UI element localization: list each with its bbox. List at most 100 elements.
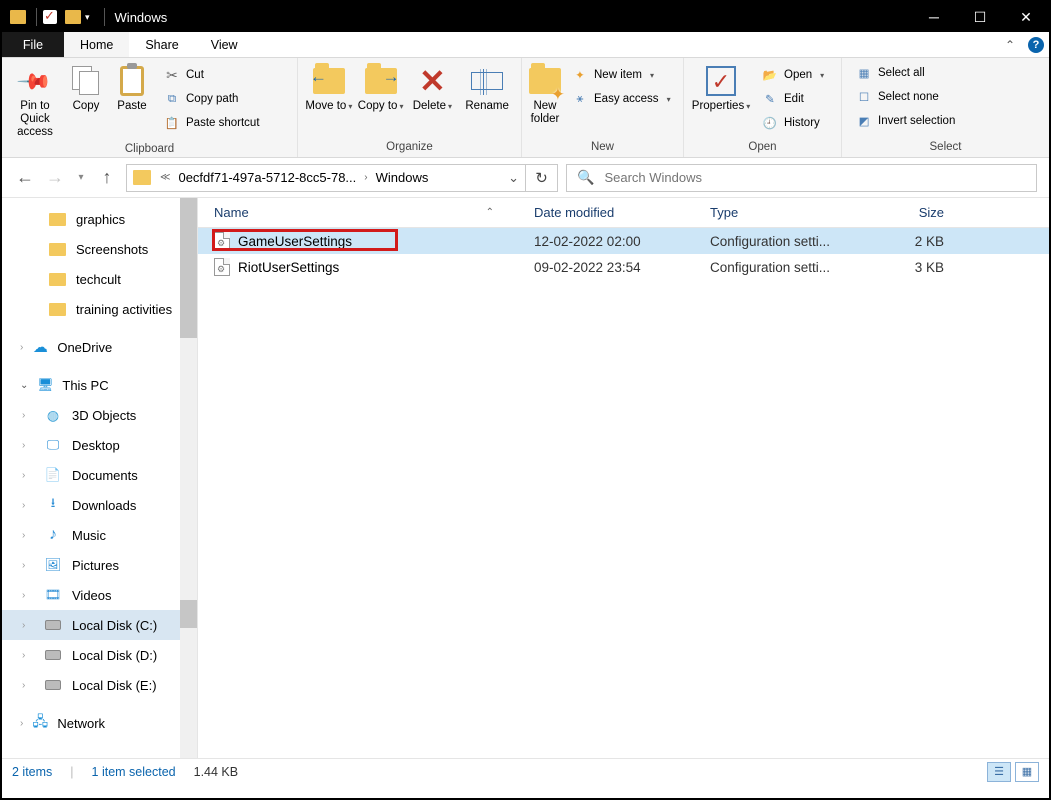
help-button[interactable]: ? — [1023, 32, 1049, 57]
breadcrumb-segment[interactable]: Windows — [373, 170, 432, 185]
sidebar-item[interactable]: Screenshots — [2, 234, 197, 264]
properties-button[interactable]: ✓ Properties▾ — [690, 62, 752, 115]
folder-icon — [133, 170, 151, 185]
status-bar: 2 items | 1 item selected 1.44 KB ☰ ▦ — [2, 758, 1049, 784]
pin-quick-access-button[interactable]: 📌 Pin to Quick access — [8, 62, 62, 141]
paste-button[interactable]: Paste — [110, 62, 154, 115]
sidebar-network[interactable]: ›🖧Network — [2, 708, 197, 738]
sidebar-item[interactable]: ›🖵Desktop — [2, 430, 197, 460]
maximize-button[interactable]: ☐ — [957, 2, 1003, 32]
sidebar-onedrive[interactable]: ›☁OneDrive — [2, 332, 197, 362]
open-icon: 📂 — [762, 67, 778, 83]
icons-view-button[interactable]: ▦ — [1015, 762, 1039, 782]
address-row: ← → ▾ ↑ ≪ 0ecfdf71-497a-5712-8cc5-78... … — [2, 158, 1049, 198]
close-button[interactable]: ✕ — [1003, 2, 1049, 32]
tab-view[interactable]: View — [195, 32, 254, 57]
edit-button[interactable]: ✎Edit — [758, 88, 828, 110]
folder-icon — [49, 213, 66, 226]
minimize-button[interactable]: ─ — [911, 2, 957, 32]
address-dropdown[interactable]: ⌄ — [508, 170, 519, 186]
cut-button[interactable]: ✂Cut — [160, 64, 264, 86]
new-folder-button[interactable]: ✦ New folder — [528, 62, 562, 128]
group-label: Open — [690, 139, 835, 157]
sidebar-item[interactable]: ›◍3D Objects — [2, 400, 197, 430]
sidebar-item-local-disk-c[interactable]: ›Local Disk (C:) — [2, 610, 197, 640]
videos-icon: 🎞 — [44, 587, 62, 603]
rename-button[interactable]: Rename — [459, 62, 515, 115]
network-icon: 🖧 — [31, 715, 49, 731]
status-item-count: 2 items — [12, 765, 52, 779]
refresh-button[interactable]: ↻ — [526, 164, 558, 192]
folder-icon — [49, 243, 66, 256]
file-size: 3 KB — [864, 260, 974, 275]
back-button[interactable]: ← — [14, 167, 36, 188]
column-name[interactable]: Name⌃ — [214, 205, 534, 220]
sidebar-item[interactable]: techcult — [2, 264, 197, 294]
sidebar-this-pc[interactable]: ⌄🖥This PC — [2, 370, 197, 400]
config-file-icon: ⚙ — [214, 232, 230, 250]
sidebar-item[interactable]: ›📄Documents — [2, 460, 197, 490]
search-input[interactable] — [604, 170, 1026, 185]
move-to-button[interactable]: ← Move to▾ — [304, 62, 354, 115]
file-row[interactable]: ⚙GameUserSettings12-02-2022 02:00Configu… — [198, 228, 1049, 254]
column-type[interactable]: Type — [710, 205, 864, 220]
search-box[interactable]: 🔍 — [566, 164, 1037, 192]
easy-access-button[interactable]: ⚹Easy access▾ — [568, 88, 675, 110]
open-button[interactable]: 📂Open▾ — [758, 64, 828, 86]
scrollbar-thumb[interactable] — [180, 600, 197, 628]
window-title: Windows — [115, 10, 168, 25]
sidebar-item[interactable]: ›🖼Pictures — [2, 550, 197, 580]
save-icon[interactable] — [43, 10, 57, 24]
sidebar-item[interactable]: ›Local Disk (E:) — [2, 670, 197, 700]
sidebar-item[interactable]: ›⭳Downloads — [2, 490, 197, 520]
select-none-button[interactable]: ☐Select none — [852, 86, 959, 108]
copy-path-button[interactable]: ⧉Copy path — [160, 88, 264, 110]
copy-to-button[interactable]: → Copy to▾ — [356, 62, 406, 115]
chevron-right-icon[interactable]: ≪ — [157, 172, 173, 183]
delete-button[interactable]: ✕ Delete▾ — [408, 62, 458, 115]
onedrive-icon: ☁ — [31, 339, 49, 355]
copy-button[interactable]: Copy — [64, 62, 108, 115]
invert-selection-button[interactable]: ◩Invert selection — [852, 110, 959, 132]
documents-icon: 📄 — [44, 467, 62, 483]
scrollbar-thumb[interactable] — [180, 198, 197, 338]
file-size: 2 KB — [864, 234, 974, 249]
sidebar-item[interactable]: ›🎞Videos — [2, 580, 197, 610]
breadcrumb-segment[interactable]: 0ecfdf71-497a-5712-8cc5-78... — [175, 170, 359, 185]
file-row[interactable]: ⚙RiotUserSettings09-02-2022 23:54Configu… — [198, 254, 1049, 280]
3d-objects-icon: ◍ — [44, 407, 62, 423]
file-name: RiotUserSettings — [238, 260, 339, 275]
paste-shortcut-button[interactable]: 📋Paste shortcut — [160, 112, 264, 134]
tab-home[interactable]: Home — [64, 32, 129, 57]
new-item-button[interactable]: ✦New item▾ — [568, 64, 675, 86]
sidebar-item[interactable]: ›♪Music — [2, 520, 197, 550]
history-button[interactable]: 🕘History — [758, 112, 828, 134]
up-button[interactable]: ↑ — [96, 167, 118, 188]
qat-dropdown-icon[interactable]: ▾ — [85, 12, 90, 23]
select-all-button[interactable]: ▦Select all — [852, 62, 959, 84]
collapse-ribbon-button[interactable]: ⌃ — [997, 32, 1023, 57]
forward-button[interactable]: → — [44, 167, 66, 188]
column-date[interactable]: Date modified — [534, 205, 710, 220]
folder-icon — [10, 10, 26, 24]
checkbox-icon: ✓ — [706, 66, 736, 96]
copy-icon — [72, 66, 100, 96]
history-dropdown[interactable]: ▾ — [74, 172, 88, 183]
sidebar-item[interactable]: ›Local Disk (D:) — [2, 640, 197, 670]
sidebar-item[interactable]: graphics — [2, 204, 197, 234]
column-size[interactable]: Size — [864, 205, 974, 220]
tab-share[interactable]: Share — [129, 32, 194, 57]
file-date: 09-02-2022 23:54 — [534, 260, 710, 275]
sidebar-item[interactable]: training activities — [2, 294, 197, 324]
x-icon: ✕ — [419, 75, 446, 88]
address-bar[interactable]: ≪ 0ecfdf71-497a-5712-8cc5-78... › Window… — [126, 164, 526, 192]
select-all-icon: ▦ — [856, 65, 872, 81]
status-selected-count: 1 item selected — [92, 765, 176, 779]
chevron-right-icon[interactable]: › — [361, 172, 370, 183]
column-headers: Name⌃ Date modified Type Size — [198, 198, 1049, 228]
pin-icon: 📌 — [21, 67, 50, 96]
tab-file[interactable]: File — [2, 32, 64, 57]
details-view-button[interactable]: ☰ — [987, 762, 1011, 782]
disk-icon — [44, 677, 62, 693]
paste-icon — [120, 66, 144, 96]
